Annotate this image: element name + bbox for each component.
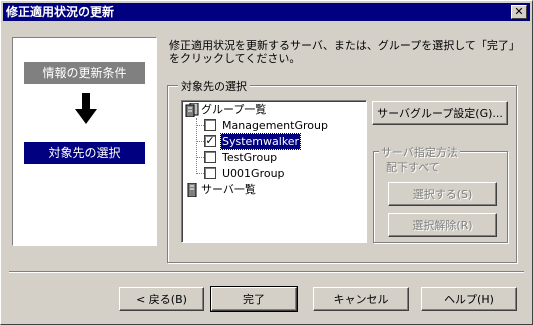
- back-button[interactable]: < 戻る(B): [119, 287, 204, 311]
- tree-connector: [196, 125, 204, 126]
- instruction-text: 修正適用状況を更新するサーバ、または、グループを選択して「完了」をクリックしてく…: [169, 39, 520, 65]
- tree-connector: [196, 173, 204, 174]
- wizard-steps-panel: 情報の更新条件 対象先の選択: [12, 37, 157, 246]
- down-arrow-icon: [75, 93, 97, 124]
- check-icon: ✓: [205, 134, 215, 147]
- group-checkbox[interactable]: [204, 167, 216, 179]
- close-icon: ✕: [514, 5, 524, 18]
- server-group-settings-button[interactable]: サーバグループ設定(G)...: [372, 101, 508, 125]
- title-bar: 修正適用状況の更新 ✕: [3, 3, 530, 21]
- target-selection-groupbox: 対象先の選択 グループ一覧 ManagementGroup ✓ Systemwa…: [167, 78, 517, 263]
- footer-separator: [9, 271, 524, 273]
- step-update-conditions: 情報の更新条件: [24, 62, 145, 84]
- tree-item-label-selected: Systemwalker: [219, 133, 302, 150]
- help-button[interactable]: ヘルプ(H): [421, 287, 517, 311]
- tree-connector: [196, 118, 197, 174]
- close-button[interactable]: ✕: [511, 5, 527, 19]
- tree-item-label: ManagementGroup: [222, 119, 328, 132]
- server-group-icon: [185, 103, 199, 117]
- cancel-button[interactable]: キャンセル: [313, 287, 409, 311]
- window-title: 修正適用状況の更新: [6, 5, 115, 19]
- server-spec-title: サーバ指定方法: [379, 144, 460, 160]
- tree-item-label: U001Group: [222, 167, 285, 180]
- tree-item-label: TestGroup: [222, 151, 278, 164]
- server-spec-subtitle: 配下すべて: [386, 161, 440, 174]
- select-button[interactable]: 選択する(S): [388, 182, 497, 206]
- deselect-button[interactable]: 選択解除(R): [388, 213, 497, 237]
- groupbox-title: 対象先の選択: [178, 78, 250, 94]
- group-checkbox[interactable]: [204, 151, 216, 163]
- group-checkbox-checked[interactable]: ✓: [204, 135, 216, 147]
- tree-connector: [196, 157, 204, 158]
- server-icon: [187, 183, 197, 197]
- step-target-selection: 対象先の選択: [24, 142, 145, 164]
- update-dialog: 修正適用状況の更新 ✕ 情報の更新条件 対象先の選択 修正適用状況を更新するサー…: [0, 0, 533, 325]
- target-tree[interactable]: グループ一覧 ManagementGroup ✓ Systemwalker Te…: [181, 100, 367, 243]
- finish-button[interactable]: 完了: [210, 286, 298, 312]
- server-spec-groupbox: サーバ指定方法 配下すべて 選択する(S) 選択解除(R): [373, 144, 508, 243]
- tree-item-label: グループ一覧: [201, 103, 267, 116]
- group-checkbox[interactable]: [204, 119, 216, 131]
- tree-connector: [196, 141, 204, 142]
- tree-item-label: サーバ一覧: [201, 183, 256, 196]
